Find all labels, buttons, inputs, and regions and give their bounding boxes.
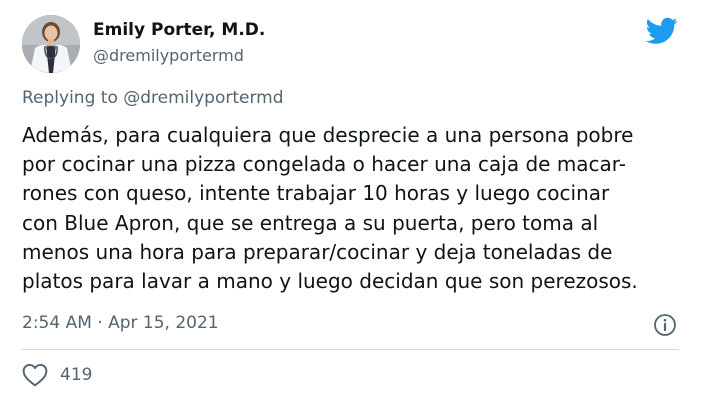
divider <box>22 349 679 350</box>
replying-prefix: Replying to <box>22 88 124 108</box>
tweet-line: con Blue Apron, que se entrega a su puer… <box>22 210 599 235</box>
tweet-text: Además, para cualquiera que desprecie a … <box>22 121 687 296</box>
heart-icon <box>22 363 48 387</box>
like-count: 419 <box>60 365 93 385</box>
replying-to: Replying to @dremilyportermd <box>22 88 284 108</box>
avatar[interactable] <box>22 15 80 73</box>
tweet-line: por cocinar una pizza congelada o hacer … <box>22 152 626 177</box>
like-button[interactable]: 419 <box>22 362 92 388</box>
twitter-bird-icon[interactable] <box>645 17 678 45</box>
tweet-line: platos para lavar a mano y luego decidan… <box>22 269 638 294</box>
tweet-line: menos una hora para preparar/cocinar y d… <box>22 239 613 264</box>
tweet-line: Además, para cualquiera que desprecie a … <box>22 123 634 147</box>
profile-photo-icon <box>22 15 80 73</box>
tweet-timestamp[interactable]: 2:54 AM · Apr 15, 2021 <box>22 313 219 333</box>
author-handle[interactable]: @dremilyportermd <box>93 46 244 65</box>
info-icon[interactable] <box>653 313 677 337</box>
tweet-line: rones con queso, intente trabajar 10 hor… <box>22 181 610 206</box>
author-name[interactable]: Emily Porter, M.D. <box>93 20 265 40</box>
tweet-card: Emily Porter, M.D. @dremilyportermd Repl… <box>0 0 701 402</box>
reply-mention-link[interactable]: @dremilyportermd <box>123 88 283 108</box>
